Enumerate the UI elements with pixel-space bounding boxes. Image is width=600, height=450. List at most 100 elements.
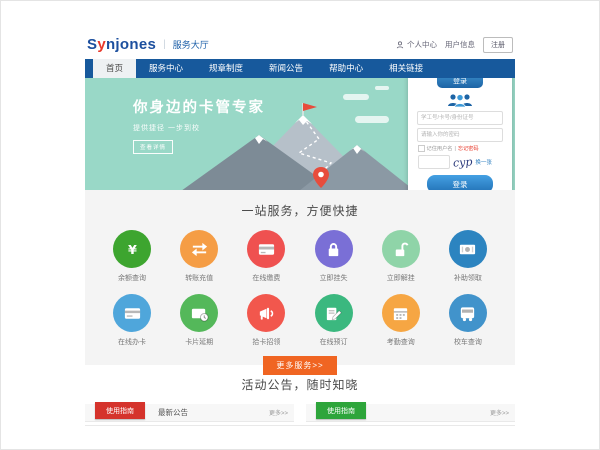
panel-more-link[interactable]: 更多>>	[269, 408, 288, 417]
calendar-icon	[391, 304, 410, 323]
user-info-link[interactable]: 用户信息	[445, 39, 475, 50]
panel-ribbon-tab[interactable]: 使用指南	[95, 402, 145, 419]
service-label: 校车查询	[442, 337, 494, 347]
service-item-11[interactable]: 校车查询	[442, 294, 494, 347]
login-tab[interactable]: 登录	[437, 78, 483, 88]
username-input[interactable]	[417, 111, 503, 125]
announcement-panel-0: 使用指南 最新公告 更多>>	[85, 404, 294, 422]
service-label: 在线预订	[308, 337, 360, 347]
card-clock-icon	[190, 304, 209, 323]
lock-icon-circle	[315, 230, 353, 268]
megaphone-icon-circle	[247, 294, 285, 332]
personal-center-link[interactable]: 个人中心	[407, 39, 437, 50]
logo-text-2: njones	[106, 36, 156, 53]
service-item-5[interactable]: 补助领取	[442, 230, 494, 283]
services-row-2: 在线办卡 卡片延期 拾卡招领 在线预订 考勤查询 校车查询	[85, 294, 515, 347]
site-container: Synjones | 服务大厅 个人中心 用户信息 注册 首页服务中心规章制度新…	[85, 30, 515, 426]
cloud-decoration	[343, 94, 369, 100]
panel-tab-bar: 使用指南 更多>>	[306, 404, 515, 422]
remember-checkbox[interactable]	[418, 145, 425, 152]
service-item-0[interactable]: ¥ 余额查询	[106, 230, 158, 283]
cloud-decoration	[375, 86, 389, 90]
card-icon-circle	[247, 230, 285, 268]
register-button[interactable]: 注册	[483, 37, 513, 53]
captcha-image[interactable]: cyp	[453, 156, 473, 168]
panel-ribbon-tab[interactable]: 使用指南	[316, 402, 366, 419]
header-divider: |	[163, 39, 166, 50]
nav-item-1[interactable]: 服务中心	[136, 59, 196, 78]
banknote-icon	[458, 240, 477, 259]
page-canvas: Synjones | 服务大厅 个人中心 用户信息 注册 首页服务中心规章制度新…	[0, 0, 600, 450]
login-options-row: 记住用户名 | 忘记密码	[418, 145, 502, 152]
service-item-1[interactable]: 转账充值	[173, 230, 225, 283]
service-item-8[interactable]: 拾卡招领	[240, 294, 292, 347]
services-row-1: ¥ 余额查询 转账充值 在线缴费 立即挂失 立即解挂 补助领取	[85, 230, 515, 283]
edit-icon	[324, 304, 343, 323]
panel-more-link[interactable]: 更多>>	[490, 408, 509, 417]
service-item-3[interactable]: 立即挂失	[308, 230, 360, 283]
announcement-panels: 使用指南 最新公告 更多>> 使用指南 更多>>	[85, 404, 515, 422]
bus-icon	[458, 304, 477, 323]
nav-item-4[interactable]: 帮助中心	[316, 59, 376, 78]
service-item-7[interactable]: 卡片延期	[173, 294, 225, 347]
hero-banner: 你身边的卡管专家 提供捷径 一步到校 查看详情	[85, 78, 515, 190]
unlock-icon	[391, 240, 410, 259]
banknote-icon-circle	[449, 230, 487, 268]
panel-secondary-tab[interactable]: 最新公告	[158, 407, 188, 418]
logo-text: S	[87, 36, 97, 53]
hero-copy: 你身边的卡管专家 提供捷径 一步到校 查看详情	[133, 96, 265, 154]
service-item-9[interactable]: 在线预订	[308, 294, 360, 347]
yen-icon-circle: ¥	[113, 230, 151, 268]
service-label: 卡片延期	[173, 337, 225, 347]
card-clock-icon-circle	[180, 294, 218, 332]
service-label: 转账充值	[173, 273, 225, 283]
hero-cta-button[interactable]: 查看详情	[133, 140, 173, 154]
card-new-icon-circle	[113, 294, 151, 332]
main-nav: 首页服务中心规章制度新闻公告帮助中心相关链接	[85, 59, 515, 78]
nav-item-5[interactable]: 相关链接	[376, 59, 436, 78]
hero-headline: 你身边的卡管专家	[133, 96, 265, 117]
card-new-icon	[123, 304, 142, 323]
section-divider	[85, 425, 515, 426]
service-label: 考勤查询	[375, 337, 427, 347]
panel-tab-bar: 使用指南 最新公告 更多>>	[85, 404, 294, 422]
options-separator: |	[454, 146, 455, 152]
bus-icon-circle	[449, 294, 487, 332]
logo-accent: y	[97, 36, 106, 53]
service-label: 在线办卡	[106, 337, 158, 347]
services-section: 一站服务，方便快捷 ¥ 余额查询 转账充值 在线缴费 立即挂失 立即解挂 补助领取 在线办卡…	[85, 190, 515, 365]
service-item-10[interactable]: 考勤查询	[375, 294, 427, 347]
service-label: 拾卡招领	[240, 337, 292, 347]
service-label: 补助领取	[442, 273, 494, 283]
forgot-password-link[interactable]: 忘记密码	[458, 145, 479, 152]
megaphone-icon	[257, 304, 276, 323]
password-input[interactable]	[417, 128, 503, 142]
login-submit-button[interactable]: 登录	[427, 175, 493, 190]
transfer-icon	[190, 240, 209, 259]
portal-name: 服务大厅	[173, 38, 209, 51]
captcha-row: cyp 换一张	[418, 155, 502, 169]
nav-item-2[interactable]: 规章制度	[196, 59, 256, 78]
announcement-panel-1: 使用指南 更多>>	[306, 404, 515, 422]
service-item-6[interactable]: 在线办卡	[106, 294, 158, 347]
login-panel: 登录 记住用户名 | 忘记密码 cyp 换一张	[408, 78, 512, 190]
yen-icon: ¥	[123, 240, 142, 259]
captcha-input[interactable]	[418, 155, 450, 169]
brand-logo[interactable]: Synjones	[87, 36, 156, 53]
service-item-2[interactable]: 在线缴费	[240, 230, 292, 283]
users-group-icon	[445, 93, 475, 108]
calendar-icon-circle	[382, 294, 420, 332]
nav-item-3[interactable]: 新闻公告	[256, 59, 316, 78]
announcements-title: 活动公告，随时知晓	[85, 376, 515, 393]
more-services-button[interactable]: 更多服务>>	[263, 356, 336, 375]
remember-label: 记住用户名	[427, 145, 453, 152]
services-title: 一站服务，方便快捷	[85, 202, 515, 219]
service-item-4[interactable]: 立即解挂	[375, 230, 427, 283]
service-label: 立即挂失	[308, 273, 360, 283]
change-captcha-link[interactable]: 换一张	[475, 158, 492, 166]
service-label: 立即解挂	[375, 273, 427, 283]
service-label: 余额查询	[106, 273, 158, 283]
nav-item-0[interactable]: 首页	[93, 59, 136, 78]
service-label: 在线缴费	[240, 273, 292, 283]
unlock-icon-circle	[382, 230, 420, 268]
